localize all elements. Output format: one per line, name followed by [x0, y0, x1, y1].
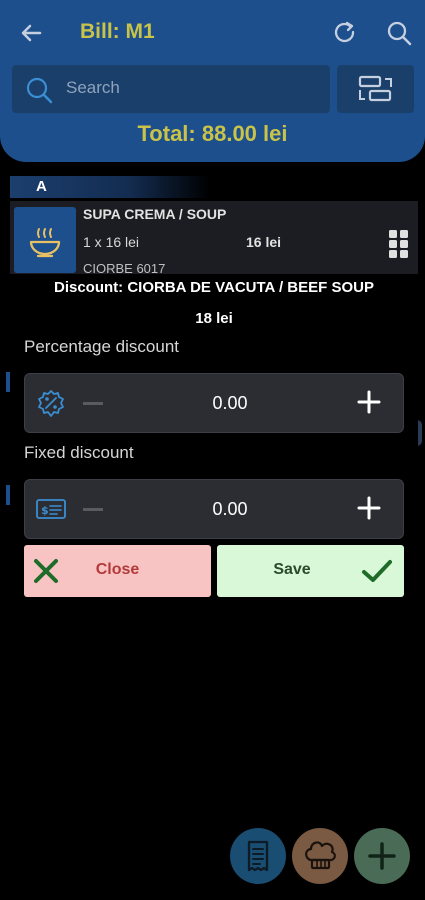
- section-label: A: [36, 178, 47, 195]
- kitchen-fab[interactable]: [292, 828, 348, 884]
- percentage-discount-value[interactable]: 0.00: [145, 393, 315, 414]
- check-icon: [362, 560, 392, 582]
- section-header: A: [10, 176, 210, 198]
- app-header: Bill: M1 Search Total: 88.00 lei: [0, 0, 425, 162]
- layout-switch-icon: [358, 75, 392, 102]
- fixed-discount-value[interactable]: 0.00: [145, 499, 315, 520]
- close-button-label: Close: [95, 561, 140, 578]
- search-input[interactable]: Search: [12, 65, 330, 113]
- search-icon: [26, 77, 53, 104]
- item-icon-box: [14, 207, 76, 273]
- add-fab[interactable]: [354, 828, 410, 884]
- grid-menu-icon: [389, 230, 408, 258]
- receipt-icon: [247, 840, 269, 872]
- search-toggle-button[interactable]: [384, 18, 414, 48]
- refresh-button[interactable]: [330, 18, 360, 48]
- percentage-decrement-button[interactable]: [83, 402, 103, 405]
- fixed-discount-field[interactable]: $ 0.00: [24, 479, 404, 539]
- percentage-discount-label: Percentage discount: [24, 337, 179, 356]
- search-placeholder: Search: [66, 78, 120, 97]
- money-card-icon: $: [36, 499, 66, 519]
- page-title: Bill: M1: [80, 20, 155, 43]
- save-button-label: Save: [273, 561, 311, 578]
- list-item[interactable]: SUPA CREMA / SOUP 1 x 16 lei 16 lei CIOR…: [10, 201, 418, 276]
- plus-icon: [368, 842, 396, 870]
- bill-total: Total: 88.00 lei: [137, 121, 288, 146]
- svg-text:$: $: [41, 504, 49, 517]
- chef-hat-icon: [305, 841, 336, 870]
- close-button[interactable]: Close: [24, 545, 211, 597]
- dialog-title: Discount: CIORBA DE VACUTA / BEEF SOUP: [53, 279, 374, 296]
- fixed-decrement-button[interactable]: [83, 508, 103, 511]
- search-icon: [387, 21, 412, 46]
- refresh-icon: [334, 21, 355, 43]
- bill-fab[interactable]: [230, 828, 286, 884]
- item-total: 16 lei: [246, 234, 282, 250]
- arrow-left-icon: [21, 24, 42, 42]
- fixed-discount-label: Fixed discount: [24, 443, 134, 462]
- fixed-increment-button[interactable]: [357, 496, 381, 520]
- item-name: SUPA CREMA / SOUP: [83, 206, 227, 222]
- percentage-increment-button[interactable]: [357, 390, 381, 414]
- dialog-price: 18 lei: [195, 310, 233, 327]
- item-quantity: 1 x 16 lei: [83, 234, 140, 250]
- item-menu-button[interactable]: [388, 229, 410, 264]
- percentage-discount-field[interactable]: 0.00: [24, 373, 404, 433]
- percent-badge-icon: [38, 390, 64, 417]
- back-button[interactable]: [16, 18, 46, 48]
- layout-toggle-button[interactable]: [337, 65, 414, 113]
- discount-dialog: Discount: CIORBA DE VACUTA / BEEF SOUP 1…: [10, 274, 418, 606]
- soup-bowl-icon: [29, 228, 61, 258]
- save-button[interactable]: Save: [217, 545, 404, 597]
